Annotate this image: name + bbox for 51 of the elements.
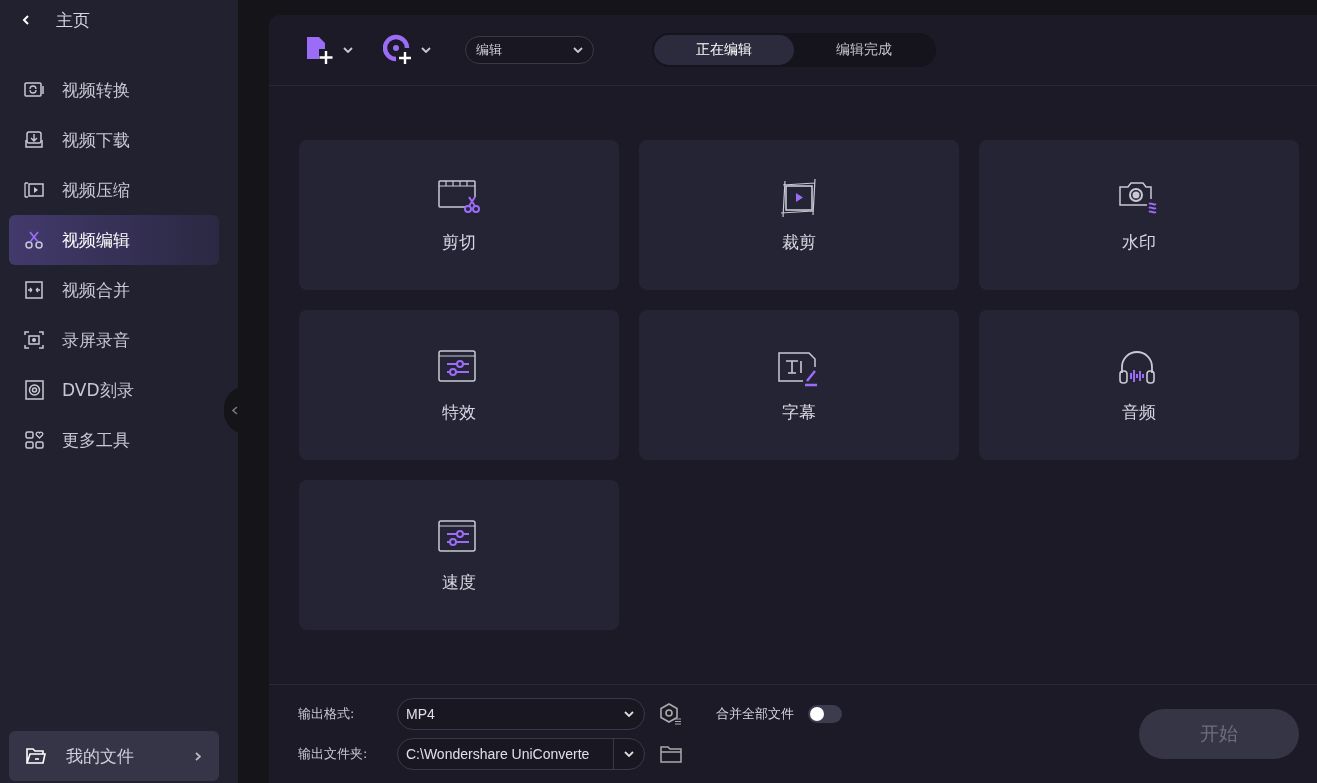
tool-label: 音频 (1122, 400, 1156, 424)
caret-icon (624, 751, 634, 757)
sidebar-item[interactable]: 视频转换 (9, 65, 219, 115)
tool-card[interactable]: 特效 (299, 310, 619, 460)
tab[interactable]: 编辑完成 (794, 35, 934, 65)
tool-card[interactable]: 速度 (299, 480, 619, 630)
folder-icon (26, 747, 46, 765)
sidebar-item[interactable]: 视频下载 (9, 115, 219, 165)
grid-heart-icon (22, 429, 46, 451)
folder-icon[interactable] (660, 745, 682, 763)
caret-icon (343, 47, 353, 53)
merge-icon (22, 279, 46, 301)
merge-toggle[interactable] (808, 705, 842, 723)
tool-card[interactable]: 音频 (979, 310, 1299, 460)
settings-icon[interactable] (659, 702, 683, 726)
output-folder-select[interactable]: C:\Wondershare UniConverte (397, 738, 645, 770)
sidebar-item[interactable]: 视频压缩 (9, 165, 219, 215)
tool-label: 速度 (442, 570, 476, 594)
output-format-select[interactable]: MP4 (397, 698, 645, 730)
sidebar-item[interactable]: 更多工具 (9, 415, 219, 465)
my-files-button[interactable]: 我的文件 (9, 731, 219, 781)
caret-icon (573, 47, 583, 53)
tool-card[interactable]: 字幕 (639, 310, 959, 460)
tab[interactable]: 正在编辑 (654, 35, 794, 65)
tool-card[interactable]: 裁剪 (639, 140, 959, 290)
sidebar-item[interactable]: DVD刻录 (9, 365, 219, 415)
tool-label: 特效 (442, 400, 476, 424)
tool-card[interactable]: 剪切 (299, 140, 619, 290)
tool-card[interactable]: 水印 (979, 140, 1299, 290)
video-frame-icon (22, 179, 46, 201)
home-link[interactable]: 主页 (0, 0, 238, 40)
tool-label: 字幕 (782, 400, 816, 424)
merge-files-label: 合并全部文件 (716, 705, 794, 723)
sidebar-item[interactable]: 视频合并 (9, 265, 219, 315)
sidebar-item[interactable]: 视频编辑 (9, 215, 219, 265)
tool-label: 裁剪 (782, 230, 816, 254)
chevron-left-icon (232, 405, 238, 415)
add-capture-button[interactable] (383, 34, 431, 66)
chevron-right-icon (195, 751, 201, 761)
caret-icon (624, 711, 634, 717)
screen-record-icon (22, 329, 46, 351)
sidebar-item[interactable]: 录屏录音 (9, 315, 219, 365)
output-format-label: 输出格式: (298, 705, 356, 723)
download-icon (22, 129, 46, 151)
caret-icon (421, 47, 431, 53)
add-file-button[interactable] (305, 34, 353, 66)
mode-select[interactable]: 编辑 (465, 36, 594, 64)
scissors-icon (22, 229, 46, 251)
tool-label: 水印 (1122, 230, 1156, 254)
output-folder-label: 输出文件夹: (298, 745, 369, 763)
tool-label: 剪切 (442, 230, 476, 254)
